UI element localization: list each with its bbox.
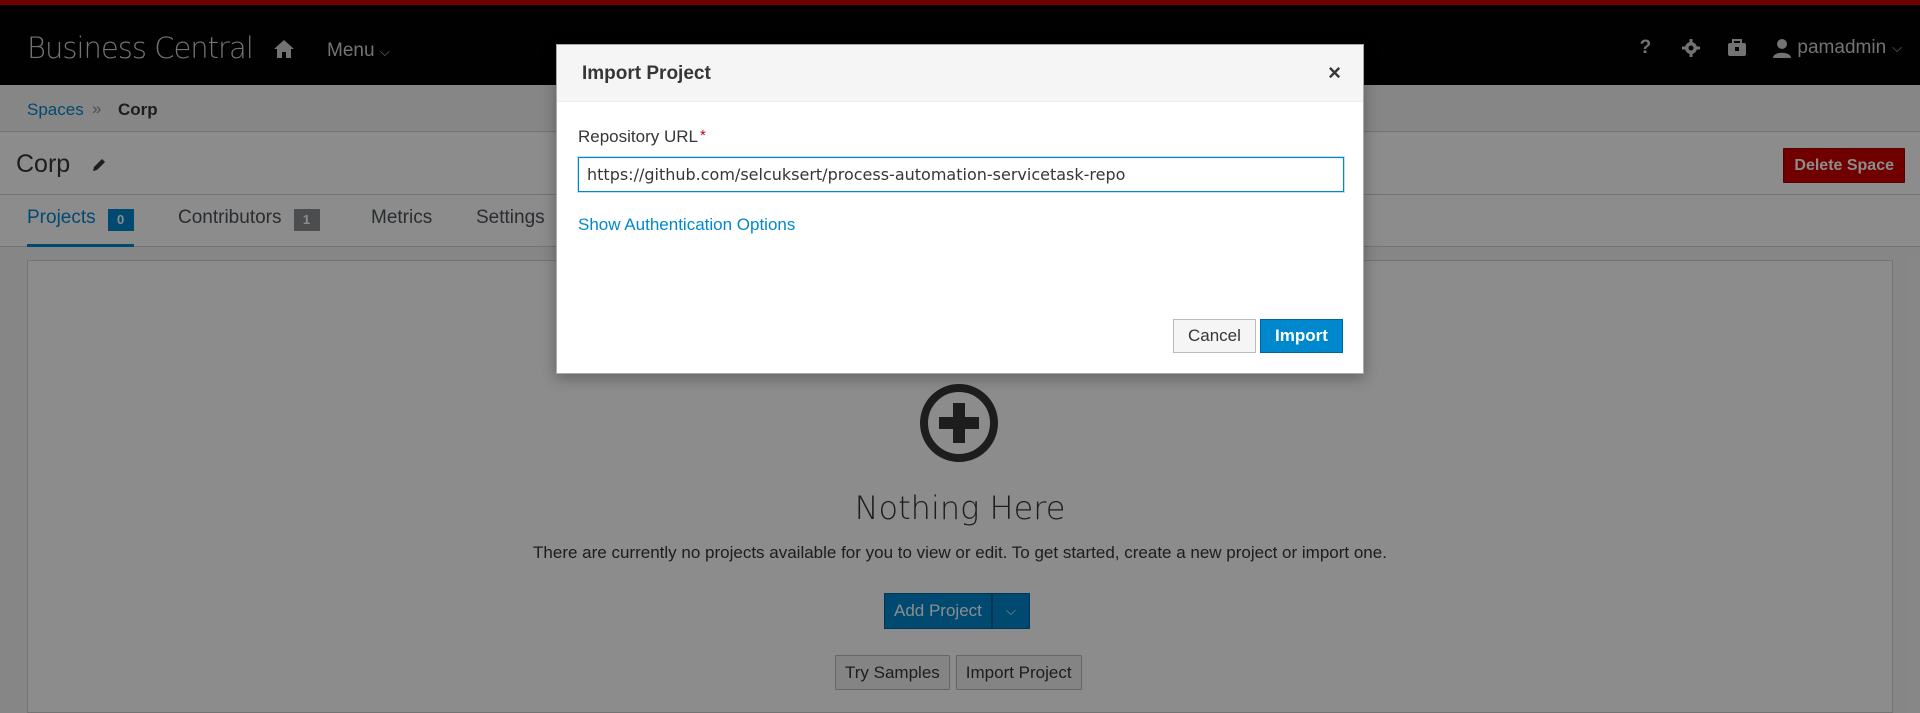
import-button[interactable]: Import bbox=[1260, 319, 1343, 353]
repository-url-label: Repository URL * bbox=[578, 127, 706, 147]
repository-url-input[interactable]: https://github.com/selcuksert/process-au… bbox=[578, 157, 1344, 192]
close-icon[interactable]: × bbox=[1328, 62, 1341, 84]
required-marker: * bbox=[700, 127, 706, 144]
modal-header: Import Project × bbox=[557, 45, 1363, 102]
modal-title: Import Project bbox=[582, 63, 711, 84]
import-project-dialog: Import Project × Repository URL * https:/… bbox=[556, 44, 1364, 374]
show-auth-options-link[interactable]: Show Authentication Options bbox=[578, 215, 795, 235]
cancel-button[interactable]: Cancel bbox=[1173, 319, 1256, 353]
field-label-text: Repository URL bbox=[578, 127, 698, 146]
